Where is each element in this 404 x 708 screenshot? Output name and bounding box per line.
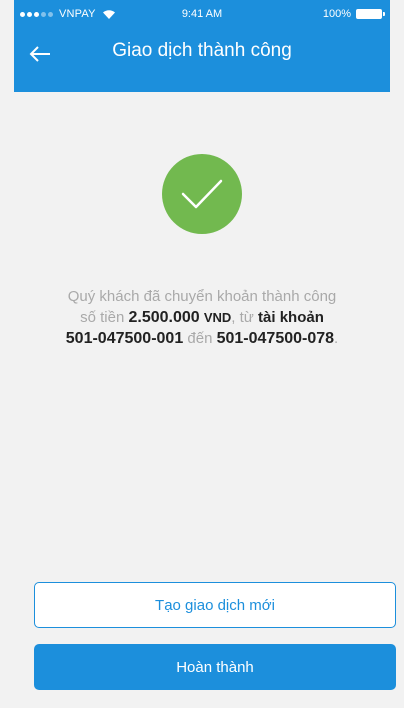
currency: VND: [203, 310, 232, 325]
message-line-2: số tiền 2.500.000 VND, từ tài khoản: [80, 309, 324, 326]
amount-label: số tiền: [80, 309, 125, 326]
nav-bar: Giao dịch thành công: [14, 30, 390, 92]
status-right: 100%: [322, 8, 385, 20]
app-header: VNPAY 9:41 AM 100% Giao dịch thành công: [14, 0, 390, 92]
screen: VNPAY 9:41 AM 100% Giao dịch thành công …: [0, 0, 404, 708]
new-transaction-button[interactable]: Tạo giao dịch mới: [34, 582, 396, 628]
success-message: Quý khách đã chuyển khoản thành công số …: [20, 286, 384, 349]
message-intro: Quý khách đã chuyển khoản thành công: [67, 288, 337, 305]
from-account: 501-047500-001: [65, 330, 184, 347]
transfer-amount: 2.500.000: [128, 309, 200, 326]
success-badge: [162, 154, 242, 234]
to-account: 501-047500-078: [216, 330, 335, 347]
status-bar: VNPAY 9:41 AM 100%: [14, 0, 390, 30]
battery-icon: [356, 9, 385, 19]
to-label: đến: [187, 330, 213, 347]
message-line-3: 501-047500-001 đến 501-047500-078.: [20, 328, 384, 349]
message-line-1: Quý khách đã chuyển khoản thành công: [20, 286, 384, 307]
page-title: Giao dịch thành công: [112, 40, 292, 61]
done-button[interactable]: Hoàn thành: [34, 644, 396, 690]
from-label: từ: [239, 309, 254, 326]
checkmark-icon: [181, 179, 223, 209]
battery-percent: 100%: [322, 8, 351, 20]
end-punctuation: .: [334, 330, 339, 347]
account-label: tài khoản: [258, 309, 324, 326]
